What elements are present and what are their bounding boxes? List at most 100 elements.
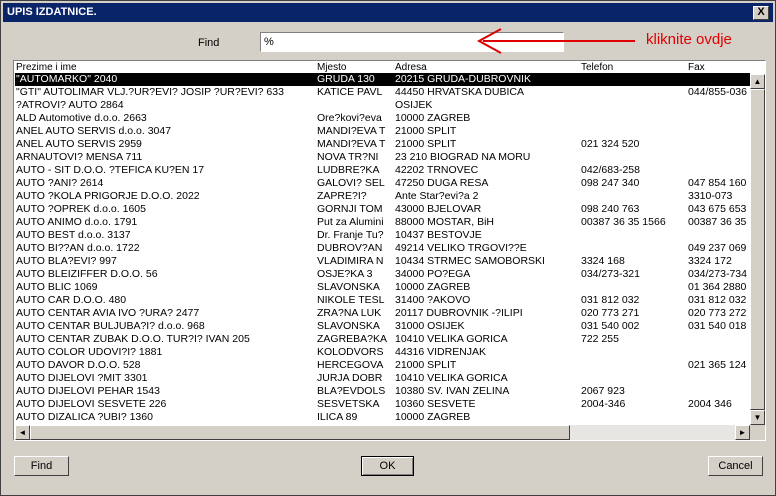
place-cell: VLADIMIRA N (317, 255, 384, 267)
table-row[interactable]: AUTO CAR D.O.O. 480 NIKOLE TESL 31400 ?AKO… (15, 294, 750, 307)
place-cell: GORNJI TOM (317, 203, 383, 215)
place-cell: GALOVI? SEL (317, 177, 385, 189)
table-row[interactable]: AUTO BI??AN d.o.o. 1722 DUBROV?AN 49214 VE… (15, 242, 750, 255)
address-cell: 20215 GRUDA-DUBROVNIK (395, 73, 531, 85)
table-row[interactable]: ANEL AUTO SERVIS 2959 MANDI?EVA T 21000 SP… (15, 138, 750, 151)
name-cell: AUTO - SIT D.O.O. ?TEFICA KU?EN 17 (16, 164, 205, 176)
results-list[interactable]: Prezime i ime Mjesto Adresa Telefon Fax … (13, 60, 766, 441)
address-cell: 10410 VELIKA GORICA (395, 333, 508, 345)
table-row[interactable]: AUTO COLOR UDOVI?I? 1881 KOLODVORS 44316 V… (15, 346, 750, 359)
ok-button[interactable]: OK (361, 456, 414, 476)
phone-cell: 3324 168 (581, 255, 625, 267)
table-row[interactable]: AUTO ANIMO d.o.o. 1791 Put za Alumini 8800… (15, 216, 750, 229)
table-row[interactable]: AUTO DIJELOVI SESVETE 226 SESVETSKA 10360 … (15, 398, 750, 411)
place-cell: LUDBRE?KA (317, 164, 380, 176)
place-cell: SESVETSKA (317, 398, 380, 410)
phone-cell: 020 773 271 (581, 307, 640, 319)
name-cell: AUTO COLOR UDOVI?I? 1881 (16, 346, 163, 358)
place-cell: NOVA TR?NI (317, 151, 379, 163)
cancel-button[interactable]: Cancel (708, 456, 763, 476)
horizontal-scrollbar[interactable]: ◄ ► (15, 425, 750, 440)
name-cell: AUTO CENTAR ZUBAK D.O.O. TUR?I? IVAN 205 (16, 333, 250, 345)
table-row[interactable]: "AUTOMARKO" 2040 GRUDA 130 20215 GRUDA-DUB… (15, 73, 750, 86)
table-row[interactable]: AUTO - SIT D.O.O. ?TEFICA KU?EN 17 LUDBRE… (15, 164, 750, 177)
table-row[interactable]: AUTO BLEIZIFFER D.O.O. 56 OSJE?KA 3 34000 … (15, 268, 750, 281)
name-cell: AUTO ?KOLA PRIGORJE D.O.O. 2022 (16, 190, 200, 202)
phone-cell: 2004-346 (581, 398, 626, 410)
name-cell: AUTO BEST d.o.o. 3137 (16, 229, 131, 241)
phone-cell: 00387 36 35 1566 (581, 216, 666, 228)
table-row[interactable]: AUTO DAVOR D.O.O. 528 HERCEGOVA 21000 SPLI… (15, 359, 750, 372)
scrollbar-corner (750, 425, 765, 440)
name-cell: ANEL AUTO SERVIS 2959 (16, 138, 142, 150)
table-row[interactable]: ANEL AUTO SERVIS d.o.o. 3047 MANDI?EVA T 2… (15, 125, 750, 138)
place-cell: KATICE PAVL (317, 86, 383, 98)
name-cell: AUTO DIJELOVI ?MIT 3301 (16, 372, 148, 384)
fax-cell: 020 773 272 (688, 307, 747, 319)
address-cell: 10380 SV. IVAN ZELINA (395, 385, 510, 397)
fax-cell: 021 365 124 (688, 359, 747, 371)
address-cell: 21000 SPLIT (395, 125, 457, 137)
table-row[interactable]: AUTO BLA?EVI? 997 VLADIMIRA N 10434 STRMEC… (15, 255, 750, 268)
find-label: Find (198, 37, 220, 49)
scroll-up-button[interactable]: ▲ (750, 74, 765, 89)
table-row[interactable]: AUTO ?OPREK d.o.o. 1605 GORNJI TOM 43000 B… (15, 203, 750, 216)
address-cell: 88000 MOSTAR, BiH (395, 216, 495, 228)
address-cell: 10000 ZAGREB (395, 112, 471, 124)
table-row[interactable]: AUTO CENTAR BULJUBA?I? d.o.o. 968 SLAVONS… (15, 320, 750, 333)
table-row[interactable]: AUTO ?ANI? 2614 GALOVI? SEL 47250 DUGA RES… (15, 177, 750, 190)
table-row[interactable]: AUTO ?KOLA PRIGORJE D.O.O. 2022 ZAPRE?I? A… (15, 190, 750, 203)
table-row[interactable]: ALD Automotive d.o.o. 2663 Ore?kovi?eva 10… (15, 112, 750, 125)
address-cell: 10434 STRMEC SAMOBORSKI (395, 255, 545, 267)
name-cell: AUTO DAVOR D.O.O. 528 (16, 359, 141, 371)
name-cell: AUTO ?OPREK d.o.o. 1605 (16, 203, 146, 215)
address-cell: 31000 OSIJEK (395, 320, 465, 332)
phone-cell: 031 540 002 (581, 320, 640, 332)
place-cell: Ore?kovi?eva (317, 112, 382, 124)
fax-cell: 034/273-734 (688, 268, 747, 280)
scroll-left-button[interactable]: ◄ (15, 425, 30, 440)
address-cell: 44450 HRVATSKA DUBICA (395, 86, 524, 98)
fax-cell: 01 364 2880 (688, 281, 747, 293)
name-cell: ALD Automotive d.o.o. 2663 (16, 112, 147, 124)
horizontal-scroll-thumb[interactable] (30, 425, 570, 440)
table-row[interactable]: AUTO BEST d.o.o. 3137 Dr. Franje Tu? 10437… (15, 229, 750, 242)
table-row[interactable]: AUTO BLIC 1069 SLAVONSKA 10000 ZAGREB 01 36… (15, 281, 750, 294)
close-button[interactable]: X (753, 6, 769, 20)
address-cell: 31400 ?AKOVO (395, 294, 471, 306)
table-row[interactable]: ?ATROVI? AUTO 2864 OSIJEK (15, 99, 750, 112)
table-row[interactable]: AUTO DIJELOVI ?MIT 3301 JURJA DOBR 10410 V… (15, 372, 750, 385)
table-row[interactable]: AUTO DIJELOVI PEHAR 1543 BLA?EVDOLS 10380 … (15, 385, 750, 398)
address-cell: 49214 VELIKO TRGOVI??E (395, 242, 527, 254)
phone-cell: 021 324 520 (581, 138, 640, 150)
table-row[interactable]: ARNAUTOVI? MENSA 711 NOVA TR?NI 23 210 BIO… (15, 151, 750, 164)
table-row[interactable]: AUTO CENTAR AVIA IVO ?URA? 2477 ZRA?NA LU… (15, 307, 750, 320)
fax-cell: 3310-073 (688, 190, 733, 202)
address-cell: 21000 SPLIT (395, 138, 457, 150)
table-row[interactable]: "GTI" AUTOLIMAR VLJ.?UR?EVI? JOSIP ?UR?E… (15, 86, 750, 99)
phone-cell: 722 255 (581, 333, 619, 345)
window-title: UPIS IZDATNICE. (7, 6, 97, 18)
fax-cell: 047 854 160 (688, 177, 747, 189)
name-cell: AUTO CAR D.O.O. 480 (16, 294, 127, 306)
fax-cell: 049 237 069 (688, 242, 747, 254)
scroll-down-button[interactable]: ▼ (750, 410, 765, 425)
place-cell: Dr. Franje Tu? (317, 229, 384, 241)
name-cell: "GTI" AUTOLIMAR VLJ.?UR?EVI? JOSIP ?UR?E… (16, 86, 284, 98)
scroll-right-button[interactable]: ► (735, 425, 750, 440)
vertical-scrollbar[interactable]: ▲ ▼ (750, 74, 765, 425)
place-cell: GRUDA 130 (317, 73, 375, 85)
address-cell: OSIJEK (395, 99, 433, 111)
place-cell: ILICA 89 (317, 411, 358, 423)
table-row[interactable]: AUTO CENTAR ZUBAK D.O.O. TUR?I? IVAN 205… (15, 333, 750, 346)
name-cell: AUTO DIJELOVI PEHAR 1543 (16, 385, 160, 397)
phone-cell: 098 240 763 (581, 203, 640, 215)
table-row[interactable]: AUTO DIZALICA ?UBI? 1360 ILICA 89 10000 ZA… (15, 411, 750, 424)
phone-cell: 034/273-321 (581, 268, 640, 280)
fax-cell: 2004 346 (688, 398, 732, 410)
phone-cell: 031 812 032 (581, 294, 640, 306)
vertical-scroll-thumb[interactable] (750, 89, 765, 410)
find-button[interactable]: Find (14, 456, 69, 476)
name-cell: AUTO DIJELOVI SESVETE 226 (16, 398, 167, 410)
fax-cell: 3324 172 (688, 255, 732, 267)
